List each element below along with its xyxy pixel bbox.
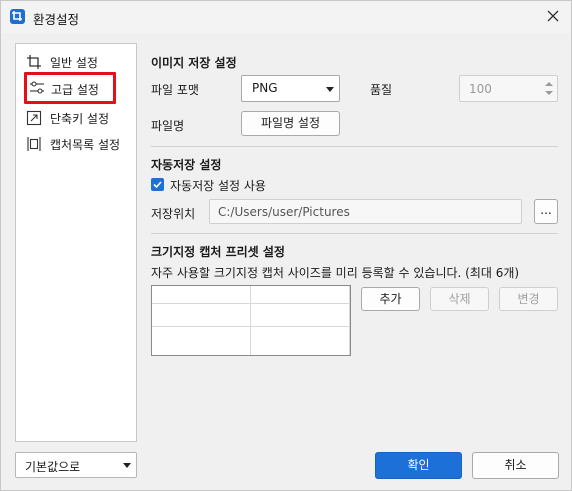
auto-save-title: 자동저장 설정 — [151, 158, 222, 172]
section-divider — [151, 233, 558, 234]
nav-item-shortcuts[interactable]: 단축키 설정 — [22, 106, 134, 130]
shortcut-arrow-icon — [26, 110, 42, 126]
table-cell[interactable] — [152, 327, 251, 355]
cancel-button[interactable]: 취소 — [472, 452, 559, 479]
quality-label: 품질 — [370, 83, 393, 97]
crop-icon — [26, 54, 42, 70]
nav-item-advanced[interactable]: 고급 설정 — [24, 72, 116, 104]
table-cell[interactable] — [251, 304, 350, 327]
filename-settings-button[interactable]: 파일명 설정 — [241, 111, 340, 136]
preset-title: 크기지정 캡처 프리셋 설정 — [151, 245, 285, 259]
chevron-down-icon — [123, 463, 131, 468]
table-cell[interactable] — [152, 286, 251, 304]
edit-preset-button[interactable]: 변경 — [499, 287, 558, 311]
filename-label: 파일명 — [151, 119, 185, 133]
auto-save-checkbox[interactable] — [151, 178, 164, 191]
nav-item-capture-list[interactable]: 캡처목록 설정 — [22, 132, 134, 156]
close-icon[interactable] — [545, 8, 561, 24]
title-bar: 환경설정 — [1, 1, 571, 33]
nav-item-label: 고급 설정 — [51, 83, 99, 97]
capture-list-icon — [26, 136, 42, 152]
table-cell[interactable] — [152, 304, 251, 327]
settings-window: 환경설정 일반 설정 고급 설정 단축키 설정 캡처목록 설정 기본값으로 이미… — [0, 0, 572, 491]
auto-save-checkbox-label[interactable]: 자동저장 설정 사용 — [170, 177, 266, 194]
select-value: PNG — [252, 81, 278, 95]
quality-value: 100 — [469, 82, 492, 96]
nav-item-label: 단축키 설정 — [50, 112, 110, 126]
dropdown-value: 기본값으로 — [25, 460, 81, 474]
save-location-label: 저장위치 — [151, 207, 196, 221]
image-save-title: 이미지 저장 설정 — [151, 56, 237, 70]
chevron-down-icon — [326, 87, 334, 92]
table-cell[interactable] — [251, 327, 350, 355]
ok-button[interactable]: 확인 — [375, 452, 462, 479]
preset-table[interactable] — [151, 285, 351, 356]
browse-button[interactable]: ... — [534, 199, 558, 224]
spin-up-icon[interactable] — [545, 82, 553, 86]
delete-preset-button[interactable]: 삭제 — [430, 287, 489, 311]
preset-description: 자주 사용할 크기지정 캡처 사이즈를 미리 등록할 수 있습니다. (최대 6… — [151, 266, 520, 280]
sliders-icon — [29, 80, 45, 96]
file-format-label: 파일 포맷 — [151, 83, 199, 97]
nav-item-label: 일반 설정 — [50, 56, 98, 70]
check-icon — [153, 181, 162, 189]
settings-nav: 일반 설정 고급 설정 단축키 설정 캡처목록 설정 — [15, 43, 137, 442]
window-title: 환경설정 — [33, 12, 80, 27]
nav-item-general[interactable]: 일반 설정 — [22, 50, 134, 74]
app-capture-icon — [10, 9, 25, 24]
file-format-select[interactable]: PNG — [241, 75, 340, 102]
nav-item-label: 캡처목록 설정 — [50, 138, 121, 152]
save-location-field[interactable]: C:/Users/user/Pictures — [209, 199, 522, 224]
spin-down-icon[interactable] — [545, 91, 553, 95]
reset-defaults-dropdown[interactable]: 기본값으로 — [15, 452, 137, 478]
save-location-value: C:/Users/user/Pictures — [218, 205, 350, 219]
table-cell[interactable] — [251, 286, 350, 304]
add-preset-button[interactable]: 추가 — [361, 287, 420, 311]
quality-stepper[interactable]: 100 — [459, 75, 558, 102]
section-divider — [151, 146, 558, 147]
